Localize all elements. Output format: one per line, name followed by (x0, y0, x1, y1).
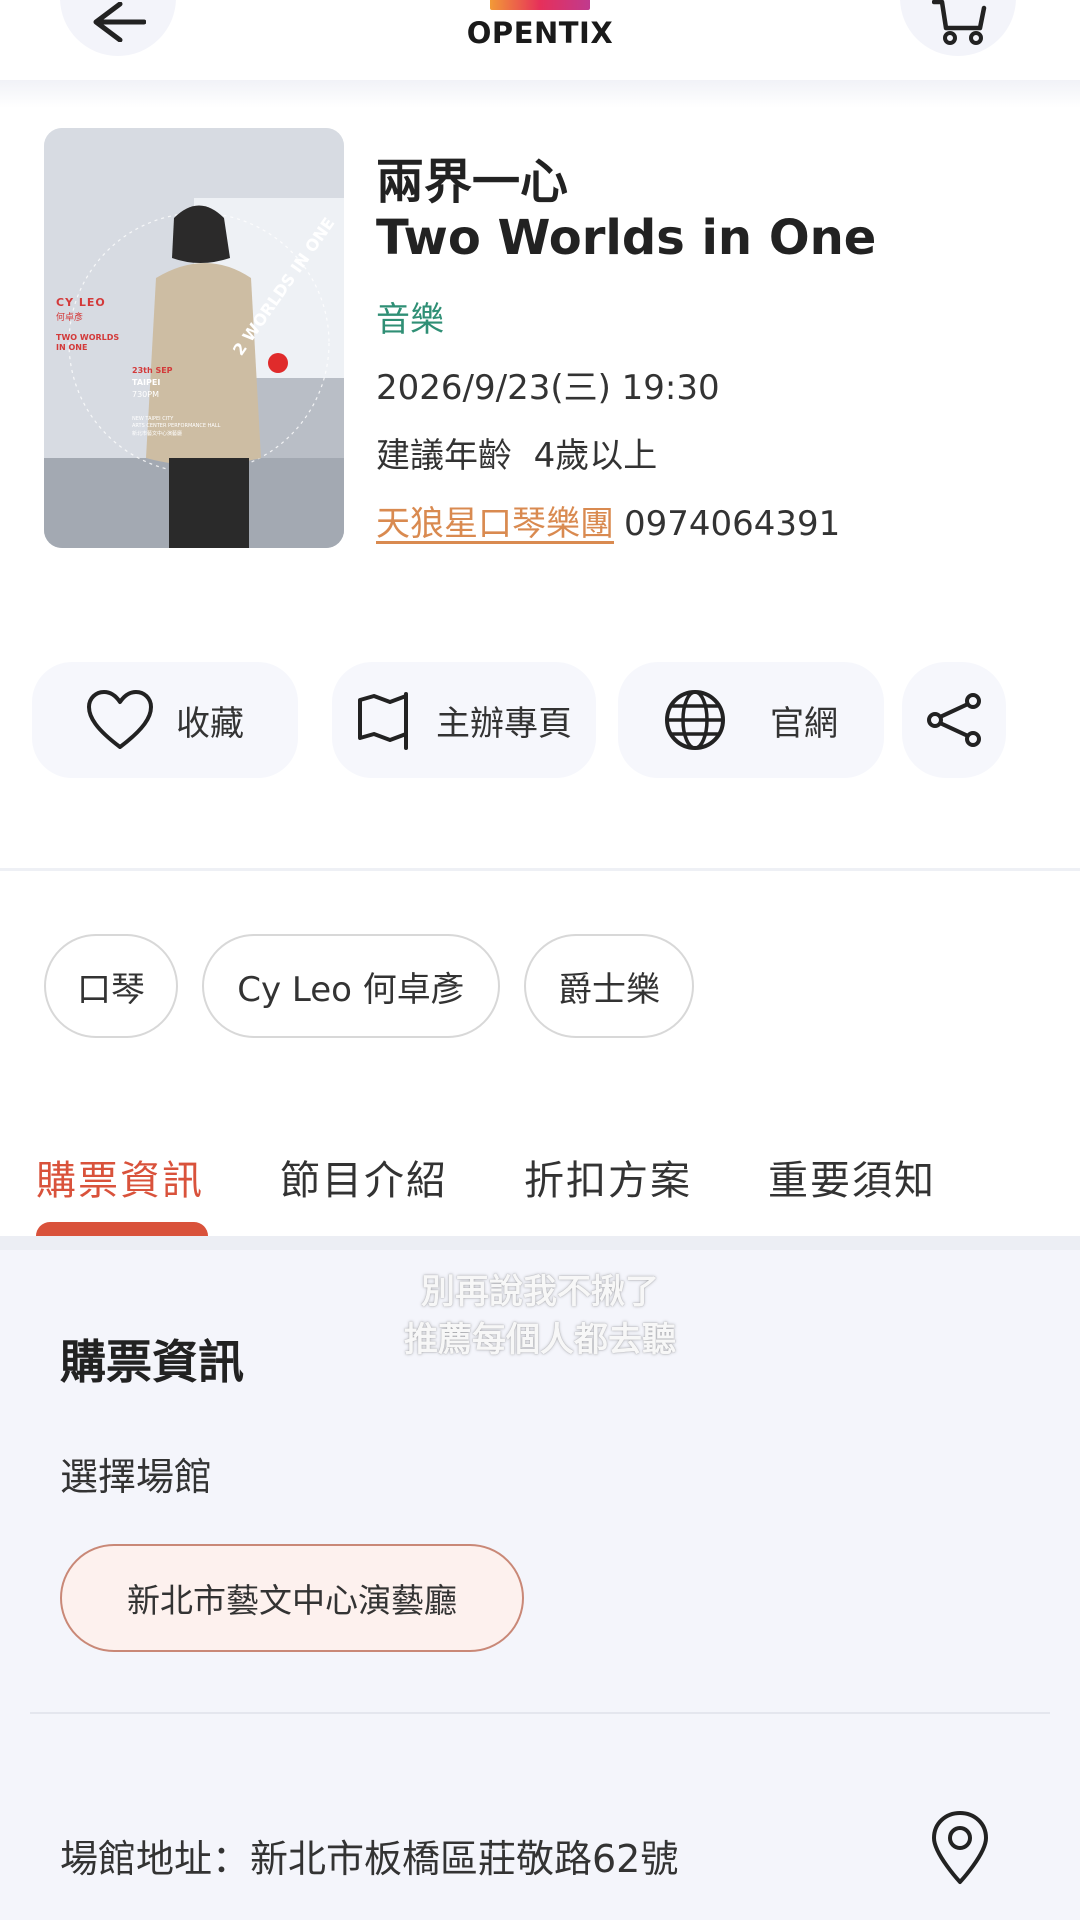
share-icon (927, 693, 981, 747)
website-label: 官網 (770, 703, 838, 744)
poster-date: 23th SEP (132, 366, 173, 375)
event-title-en: Two Worlds in One (376, 210, 877, 266)
ticket-section-divider (30, 1712, 1050, 1714)
event-title-zh: 兩界一心 (376, 154, 569, 210)
venue-option-selected[interactable]: 新北市藝文中心演藝廳 (60, 1544, 524, 1652)
poster-time: 730PM (132, 390, 159, 399)
website-button[interactable]: 官網 (618, 662, 884, 778)
poster-artist-en: CY LEO (56, 296, 106, 309)
ticket-info-title: 購票資訊 (60, 1335, 244, 1389)
poster-title-line1: TWO WORLDS (56, 333, 120, 342)
tag-jazz[interactable]: 爵士樂 (524, 934, 694, 1038)
tab-important-notice[interactable]: 重要須知 (768, 1148, 936, 1206)
poster-venue-l2: ARTS CENTER PERFORMANCE HALL (132, 423, 221, 429)
cart-icon (932, 0, 987, 45)
organizer-phone[interactable]: 0974064391 (624, 504, 840, 544)
heart-icon (87, 690, 153, 749)
tag-artist[interactable]: Cy Leo 何卓彥 (202, 934, 500, 1038)
map-pin-icon[interactable] (928, 1810, 992, 1886)
organizer-line: 天狼星口琴樂團 0974064391 (376, 496, 840, 545)
app-logo[interactable]: OPENTIX (440, 16, 640, 50)
poster-artist-zh: 何卓彥 (56, 313, 84, 323)
tab-program-intro[interactable]: 節目介紹 (280, 1148, 448, 1206)
poster-city: TAIPEI (132, 378, 161, 387)
video-caption-overlay: 別再說我不揪了 推薦每個人都去聽 (340, 1268, 740, 1364)
section-divider (0, 868, 1080, 871)
favorite-button[interactable]: 收藏 (32, 662, 298, 778)
active-tab-indicator (36, 1222, 208, 1236)
organizer-page-label: 主辦專頁 (436, 703, 572, 744)
event-poster[interactable]: CY LEO 何卓彥 TWO WORLDS IN ONE 23th SEP TA… (44, 128, 344, 548)
organizer-link[interactable]: 天狼星口琴樂團 (376, 504, 614, 544)
poster-venue-l1: NEW TAIPEI CITY (132, 416, 174, 422)
venue-address: 場館地址：新北市板橋區莊敬路62號 (60, 1837, 679, 1881)
logo-mark (490, 0, 590, 10)
tag-harmonica[interactable]: 口琴 (44, 934, 178, 1038)
flag-icon (358, 692, 408, 750)
favorite-label: 收藏 (176, 703, 244, 744)
organizer-page-button[interactable]: 主辦專頁 (332, 662, 596, 778)
poster-title-line2: IN ONE (56, 343, 88, 352)
top-bar-shadow (0, 80, 1080, 108)
share-button[interactable] (902, 662, 1006, 778)
globe-icon (665, 690, 725, 750)
caption-line-1: 別再說我不揪了 (421, 1272, 659, 1312)
arrow-left-icon (93, 2, 146, 42)
caption-line-2: 推薦每個人都去聽 (404, 1320, 676, 1360)
event-age-recommendation: 建議年齡 4歲以上 (376, 436, 658, 476)
poster-venue-l3: 新北市藝文中心演藝廳 (132, 431, 183, 437)
tab-discounts[interactable]: 折扣方案 (524, 1148, 692, 1206)
event-category[interactable]: 音樂 (376, 292, 444, 341)
event-datetime: 2026/9/23(三) 19:30 (376, 368, 720, 408)
tab-ticket-info[interactable]: 購票資訊 (36, 1148, 204, 1206)
tab-bar-bottom (0, 1236, 1080, 1250)
select-venue-label: 選擇場館 (60, 1455, 213, 1499)
